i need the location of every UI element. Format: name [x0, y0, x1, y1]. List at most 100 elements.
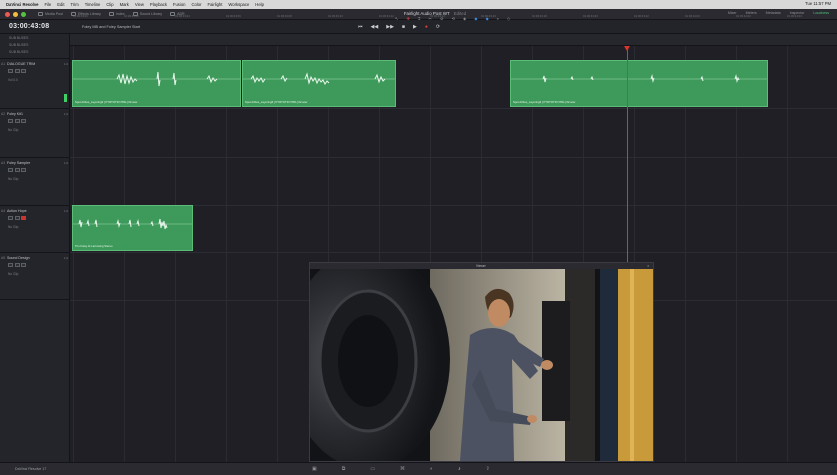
solo-button[interactable] — [14, 263, 20, 267]
flag-icon[interactable]: ◈ — [463, 16, 466, 21]
track-name[interactable]: Action Hope — [7, 209, 27, 213]
ruler-tick: 01:00:43:10 — [328, 14, 343, 18]
fairlight-page-icon[interactable]: ♪ — [458, 466, 461, 472]
mute-button[interactable] — [21, 168, 26, 172]
zoom-icon[interactable]: ⌕ — [497, 16, 499, 21]
menu-bar: DaVinci Resolve File Edit Trim Timeline … — [0, 0, 837, 9]
media-pool-button[interactable]: Media Pool — [38, 12, 63, 16]
zoom-fit-icon[interactable]: ◇ — [507, 16, 510, 21]
close-window-button[interactable] — [5, 11, 10, 17]
link-icon[interactable]: ⟲ — [452, 16, 456, 21]
menu-file[interactable]: File — [45, 2, 52, 7]
timeline-ruler[interactable] — [70, 34, 837, 46]
menu-timeline[interactable]: Timeline — [85, 2, 101, 7]
audio-clip[interactable]: Spot Airbus_Layering6 [ PYRTOTR NTRL] 02… — [242, 60, 396, 107]
ruler-tick: 01:00:44:00 — [685, 14, 700, 18]
solo-button[interactable] — [14, 119, 20, 123]
ruler-tick: 01:00:43:22 — [634, 14, 649, 18]
audio-clip[interactable]: Spot Airbus_Layering6 [ PYRTOTR NTRL] 02… — [72, 60, 241, 107]
track-name[interactable]: DIALOGUE TRIM — [7, 62, 35, 66]
audio-clip[interactable]: Spot Airbus_Layering6 [ PYRTOTR NTRL] 02… — [510, 60, 768, 107]
index-icon — [108, 12, 114, 16]
track-name[interactable]: Sound Design — [7, 256, 30, 260]
stop-button[interactable]: ■ — [402, 24, 405, 30]
clip-name: Spot Airbus_Layering6 [ PYRTOTR NTRL] 02… — [245, 100, 308, 104]
menu-view[interactable]: View — [135, 2, 144, 7]
ruler-tick: 01:00:43:06 — [226, 14, 241, 18]
mute-button[interactable] — [21, 119, 26, 123]
media-page-icon[interactable]: ▣ — [312, 466, 317, 472]
timecode-display[interactable]: 03:00:43:08 — [9, 23, 49, 30]
menu-fairlight[interactable]: Fairlight — [208, 2, 223, 7]
menu-color[interactable]: Color — [192, 2, 202, 7]
page-navigation-bar: DaVinci Resolve 17 ▣ ⧉ ▭ ⌘ ◐ ♪ ⇪ — [0, 462, 837, 475]
edit-page-icon[interactable]: ▭ — [370, 466, 375, 472]
loop-button[interactable]: ⟳ — [436, 24, 440, 30]
zoom-window-button[interactable] — [21, 11, 26, 17]
mute-button[interactable] — [21, 263, 26, 267]
cut-page-icon[interactable]: ⧉ — [342, 466, 346, 472]
ruler-tick: 01:00:43:00 — [73, 14, 88, 18]
record-arm-button[interactable] — [8, 263, 13, 267]
rewind-button[interactable]: ◀◀ — [371, 24, 379, 30]
solo-button[interactable] — [14, 69, 20, 73]
menu-workspace[interactable]: Workspace — [228, 2, 249, 7]
ruler-tick: 01:00:43:14 — [430, 14, 445, 18]
sub-bus-label: SUB BUSES — [9, 43, 29, 47]
go-to-start-button[interactable]: ⏮ — [358, 24, 363, 30]
mute-button-active[interactable] — [21, 216, 26, 220]
loudness-button[interactable]: Loudness — [813, 11, 829, 15]
close-icon[interactable]: ✕ — [647, 264, 650, 268]
record-arm-button[interactable] — [8, 69, 13, 73]
track-level: 1.0 — [64, 112, 69, 116]
track-header-a5[interactable]: A5 Sound Design 1.0 No Clip — [0, 252, 70, 300]
solo-button[interactable] — [14, 168, 20, 172]
window-controls — [5, 11, 26, 17]
menu-help[interactable]: Help — [255, 2, 264, 7]
record-button[interactable]: ● — [425, 24, 428, 30]
play-button[interactable]: ▶ — [413, 24, 417, 30]
mute-button[interactable] — [21, 69, 26, 73]
clock: Tue 11:57 PM — [805, 1, 831, 6]
deliver-page-icon[interactable]: ⇪ — [486, 466, 490, 472]
record-arm-button[interactable] — [8, 168, 13, 172]
menu-clip[interactable]: Clip — [106, 2, 113, 7]
track-header-a3[interactable]: A3 Foley Sampler 1.0 No Clip — [0, 157, 70, 205]
viewer-window[interactable]: Viewer ✕ — [309, 262, 654, 462]
track-header-a4[interactable]: A4 Action Hope 1.0 No Clip — [0, 205, 70, 252]
track-header-a1[interactable]: A1 DIALOGUE TRIM 1.0 Vol 0.0 — [0, 58, 70, 108]
menu-trim[interactable]: Trim — [70, 2, 78, 7]
solo-button[interactable] — [14, 216, 20, 220]
playhead-handle[interactable] — [624, 46, 630, 51]
track-name[interactable]: Foley Kit1 — [7, 112, 23, 116]
track-fx: Vol 0.0 — [8, 78, 18, 82]
menu-mark[interactable]: Mark — [120, 2, 129, 7]
track-header-a2[interactable]: A2 Foley Kit1 1.0 No Clip — [0, 108, 70, 157]
minimize-window-button[interactable] — [13, 11, 18, 17]
timeline-selector[interactable]: Foley MB and Foley Sampler Start — [82, 25, 140, 29]
menu-playback[interactable]: Playback — [150, 2, 167, 7]
fusion-page-icon[interactable]: ⌘ — [400, 466, 405, 472]
app-brand: DaVinci Resolve 17 — [15, 467, 47, 471]
track-level: 1.0 — [64, 209, 69, 213]
record-arm-button[interactable] — [8, 216, 13, 220]
menu-fusion[interactable]: Fusion — [173, 2, 186, 7]
waveform — [73, 71, 240, 87]
menu-app[interactable]: DaVinci Resolve — [6, 2, 39, 7]
track-number: A2 — [1, 112, 6, 116]
audio-clip[interactable]: Tim Foley At Larrowing Stereo — [72, 205, 193, 251]
track-name[interactable]: Foley Sampler — [7, 161, 30, 165]
fast-forward-button[interactable]: ▶▶ — [386, 24, 394, 30]
level-meter — [64, 94, 67, 102]
range-tool-icon[interactable]: ✥ — [407, 16, 411, 21]
color-page-icon[interactable]: ◐ — [430, 466, 433, 472]
clip-name: Spot Airbus_Layering6 [ PYRTOTR NTRL] 02… — [75, 100, 138, 104]
metadata-button[interactable]: Metadata — [766, 11, 781, 15]
edit-tool-icon[interactable]: ⌶ — [418, 16, 421, 21]
record-arm-button[interactable] — [8, 119, 13, 123]
index-button[interactable]: Index — [108, 12, 125, 16]
track-number: A5 — [1, 256, 6, 260]
marker-icon[interactable]: ◆ — [474, 16, 477, 21]
menu-edit[interactable]: Edit — [57, 2, 64, 7]
selection-tool-icon[interactable]: ↖ — [395, 16, 399, 21]
